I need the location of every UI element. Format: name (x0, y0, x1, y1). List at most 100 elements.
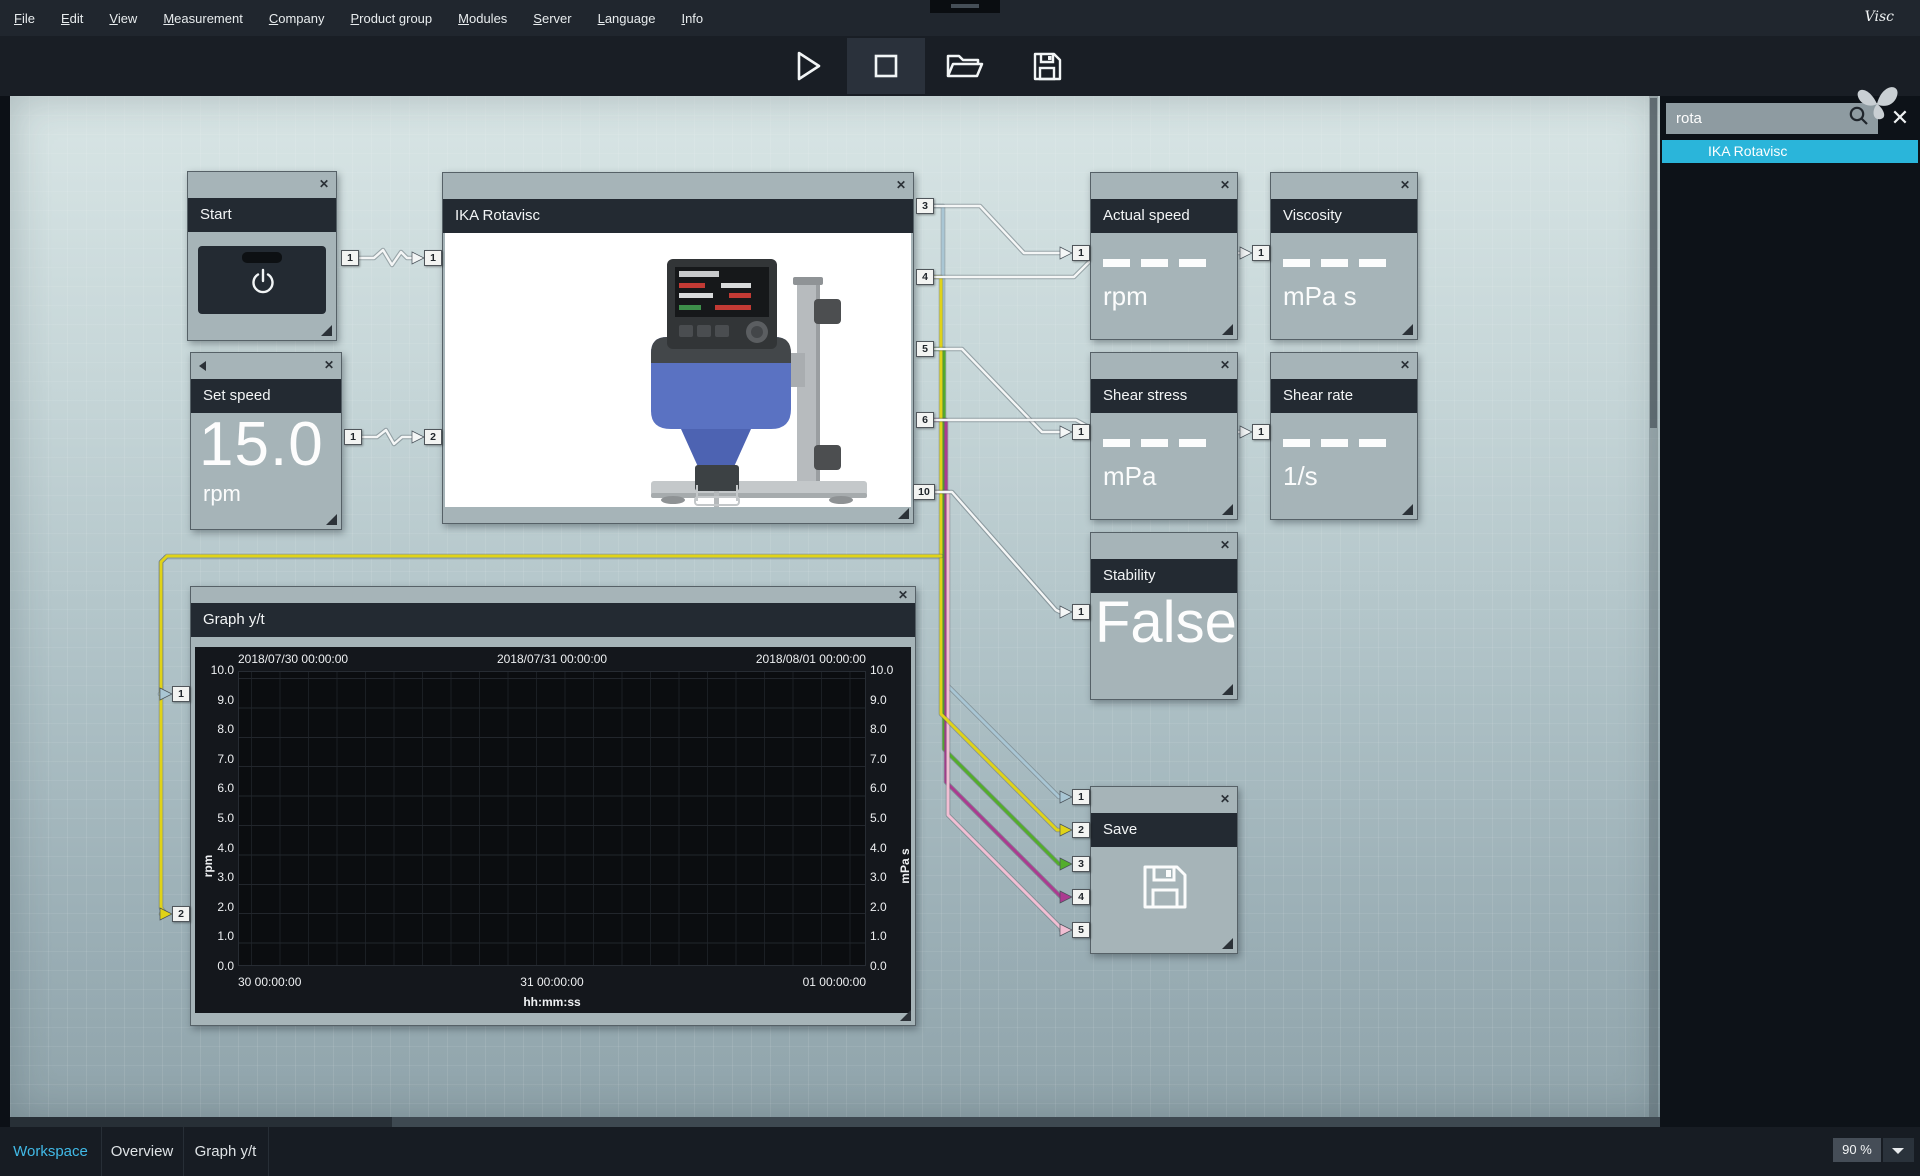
resize-handle[interactable] (1222, 684, 1233, 695)
module-save[interactable]: ✕ Save (1090, 786, 1238, 954)
module-header[interactable]: ✕ (1091, 787, 1237, 813)
port-save-in-2[interactable]: 2 (1072, 822, 1090, 838)
resize-handle[interactable] (898, 508, 909, 519)
port-stability-in-1[interactable]: 1 (1072, 604, 1090, 620)
close-icon[interactable]: ✕ (898, 589, 908, 601)
search-input[interactable]: rota (1666, 110, 1848, 127)
open-folder-icon (943, 49, 985, 83)
unit-label: rpm (1103, 281, 1148, 312)
resize-handle[interactable] (1222, 324, 1233, 335)
module-set-speed[interactable]: ✕ Set speed 15.0 rpm (190, 352, 342, 530)
module-rotavisc[interactable]: ✕ IKA Rotavisc (442, 172, 914, 524)
module-header[interactable]: ✕ (1091, 353, 1237, 379)
port-actual-speed-in-1[interactable]: 1 (1072, 245, 1090, 261)
resize-handle[interactable] (1222, 504, 1233, 515)
menu-language[interactable]: Language (598, 11, 656, 26)
port-rotavisc-out-6[interactable]: 6 (916, 412, 934, 428)
menu-company[interactable]: Company (269, 11, 325, 26)
module-header[interactable]: ✕ (1271, 173, 1417, 199)
unit-label: 1/s (1283, 461, 1318, 492)
horizontal-scrollbar-thumb[interactable] (10, 1117, 392, 1127)
menu-product-group[interactable]: Product group (350, 11, 432, 26)
port-rotavisc-out-10[interactable]: 10 (913, 484, 935, 500)
module-viscosity[interactable]: ✕ Viscosity mPa s (1270, 172, 1418, 340)
module-actual-speed[interactable]: ✕ Actual speed rpm (1090, 172, 1238, 340)
port-rotavisc-out-4[interactable]: 4 (916, 269, 934, 285)
save-button[interactable] (1008, 38, 1086, 94)
close-icon[interactable]: ✕ (1220, 793, 1230, 805)
menu-edit[interactable]: Edit (61, 11, 83, 26)
module-title: Save (1091, 813, 1237, 847)
port-shear-stress-in-1[interactable]: 1 (1072, 424, 1090, 440)
port-rotavisc-in-1[interactable]: 1 (424, 250, 442, 266)
port-setspeed-out-1[interactable]: 1 (344, 429, 362, 445)
vertical-scrollbar[interactable] (1649, 96, 1658, 1117)
port-start-out-1[interactable]: 1 (341, 250, 359, 266)
close-icon[interactable]: ✕ (1400, 359, 1410, 371)
tab-overview[interactable]: Overview (101, 1127, 184, 1176)
zoom-level[interactable]: 90 % (1833, 1138, 1881, 1162)
menu-measurement[interactable]: Measurement (163, 11, 243, 26)
close-icon[interactable]: ✕ (1220, 539, 1230, 551)
resize-handle[interactable] (321, 325, 332, 336)
search-result-item[interactable]: IKA Rotavisc (1662, 140, 1918, 163)
module-graph[interactable]: ✕ Graph y/t 2018/07/30 00:00:00 2018/07/… (190, 586, 916, 1026)
module-header[interactable]: ✕ (1091, 533, 1237, 559)
collapse-arrow-icon[interactable] (199, 361, 206, 371)
set-speed-value[interactable]: 15.0 (199, 409, 324, 480)
port-save-in-5[interactable]: 5 (1072, 922, 1090, 938)
value-placeholder (1103, 439, 1206, 447)
menu-info[interactable]: Info (681, 11, 703, 26)
top-panel-handle[interactable] (930, 0, 1000, 13)
vertical-scrollbar-thumb[interactable] (1650, 98, 1657, 428)
resize-handle[interactable] (1222, 938, 1233, 949)
close-icon[interactable]: ✕ (1400, 179, 1410, 191)
menu-modules[interactable]: Modules (458, 11, 507, 26)
stop-button[interactable] (847, 38, 925, 94)
module-header[interactable]: ✕ (191, 353, 341, 379)
port-rotavisc-out-5[interactable]: 5 (916, 341, 934, 357)
menu-view[interactable]: View (109, 11, 137, 26)
power-icon (250, 268, 276, 303)
tab-workspace[interactable]: Workspace (0, 1127, 102, 1176)
resize-handle[interactable] (326, 514, 337, 525)
menu-file[interactable]: File (14, 11, 35, 26)
module-start[interactable]: ✕ Start (187, 171, 337, 341)
module-header[interactable]: ✕ (191, 587, 915, 603)
search-box[interactable]: rota (1666, 103, 1878, 134)
resize-handle[interactable] (900, 1010, 911, 1021)
module-shear-stress[interactable]: ✕ Shear stress mPa (1090, 352, 1238, 520)
port-viscosity-in-1[interactable]: 1 (1252, 245, 1270, 261)
module-header[interactable]: ✕ (1091, 173, 1237, 199)
zoom-dropdown-button[interactable] (1883, 1138, 1914, 1162)
close-icon[interactable]: ✕ (1220, 359, 1230, 371)
module-shear-rate[interactable]: ✕ Shear rate 1/s (1270, 352, 1418, 520)
tab-graph-yt[interactable]: Graph y/t (183, 1127, 269, 1176)
close-icon[interactable]: ✕ (319, 178, 329, 190)
run-button[interactable] (769, 38, 847, 94)
close-icon[interactable]: ✕ (1220, 179, 1230, 191)
open-button[interactable] (925, 38, 1003, 94)
resize-handle[interactable] (1402, 504, 1413, 515)
resize-handle[interactable] (1402, 324, 1413, 335)
brand-label: Visc (1865, 9, 1894, 25)
toggle-slider[interactable] (242, 252, 282, 263)
port-shear-rate-in-1[interactable]: 1 (1252, 424, 1270, 440)
port-save-in-1[interactable]: 1 (1072, 789, 1090, 805)
module-header[interactable]: ✕ (188, 172, 336, 198)
stability-value: False (1095, 589, 1237, 656)
close-icon[interactable]: ✕ (324, 359, 334, 371)
port-save-in-4[interactable]: 4 (1072, 889, 1090, 905)
module-header[interactable]: ✕ (1271, 353, 1417, 379)
module-stability[interactable]: ✕ Stability False (1090, 532, 1238, 700)
start-toggle[interactable] (198, 246, 326, 314)
port-rotavisc-out-3[interactable]: 3 (916, 198, 934, 214)
port-graph-in-1[interactable]: 1 (172, 686, 190, 702)
port-save-in-3[interactable]: 3 (1072, 856, 1090, 872)
port-rotavisc-in-2[interactable]: 2 (424, 429, 442, 445)
port-graph-in-2[interactable]: 2 (172, 906, 190, 922)
menu-server[interactable]: Server (533, 11, 571, 26)
module-header[interactable]: ✕ (443, 173, 913, 199)
close-icon[interactable]: ✕ (896, 179, 906, 191)
horizontal-scrollbar[interactable] (10, 1117, 1660, 1127)
